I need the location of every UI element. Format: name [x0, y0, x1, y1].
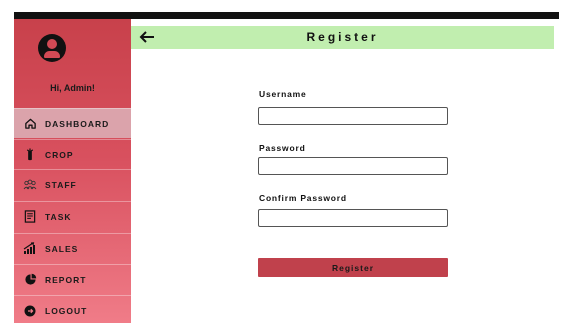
username-input[interactable] — [258, 107, 448, 125]
sidebar-item-label: SALES — [45, 243, 79, 254]
window-top-bar — [14, 12, 559, 19]
staff-icon — [23, 178, 37, 192]
sidebar-item-sales[interactable]: SALES — [14, 233, 131, 263]
sidebar-item-dashboard[interactable]: DASHBOARD — [14, 108, 131, 138]
page-title: Register — [306, 30, 379, 44]
sidebar: Hi, Admin! DASHBOARD CROP STAFF TASK SAL… — [14, 19, 131, 323]
sidebar-item-label: DASHBOARD — [45, 118, 110, 129]
register-button[interactable]: Register — [258, 258, 448, 277]
page-header: Register — [131, 26, 554, 49]
avatar-icon — [38, 34, 66, 62]
sidebar-item-label: LOGOUT — [45, 305, 88, 316]
sidebar-item-report[interactable]: REPORT — [14, 264, 131, 294]
task-icon — [23, 210, 37, 224]
greeting-text: Hi, Admin! — [50, 83, 95, 93]
sidebar-item-label: TASK — [45, 211, 72, 222]
report-icon — [23, 273, 37, 287]
password-input[interactable] — [258, 157, 448, 175]
confirm-password-input[interactable] — [258, 209, 448, 227]
sidebar-item-staff[interactable]: STAFF — [14, 169, 131, 199]
password-label: Password — [259, 143, 306, 153]
home-icon — [23, 117, 37, 131]
username-label: Username — [259, 89, 307, 99]
sidebar-item-label: REPORT — [45, 274, 87, 285]
confirm-password-label: Confirm Password — [259, 193, 347, 203]
sidebar-item-label: STAFF — [45, 179, 77, 190]
logout-icon — [23, 304, 37, 318]
sidebar-item-crop[interactable]: CROP — [14, 139, 131, 169]
sidebar-item-task[interactable]: TASK — [14, 201, 131, 231]
sales-icon — [23, 242, 37, 256]
sidebar-item-label: CROP — [45, 149, 74, 160]
crop-icon — [23, 148, 37, 162]
sidebar-item-logout[interactable]: LOGOUT — [14, 295, 131, 325]
